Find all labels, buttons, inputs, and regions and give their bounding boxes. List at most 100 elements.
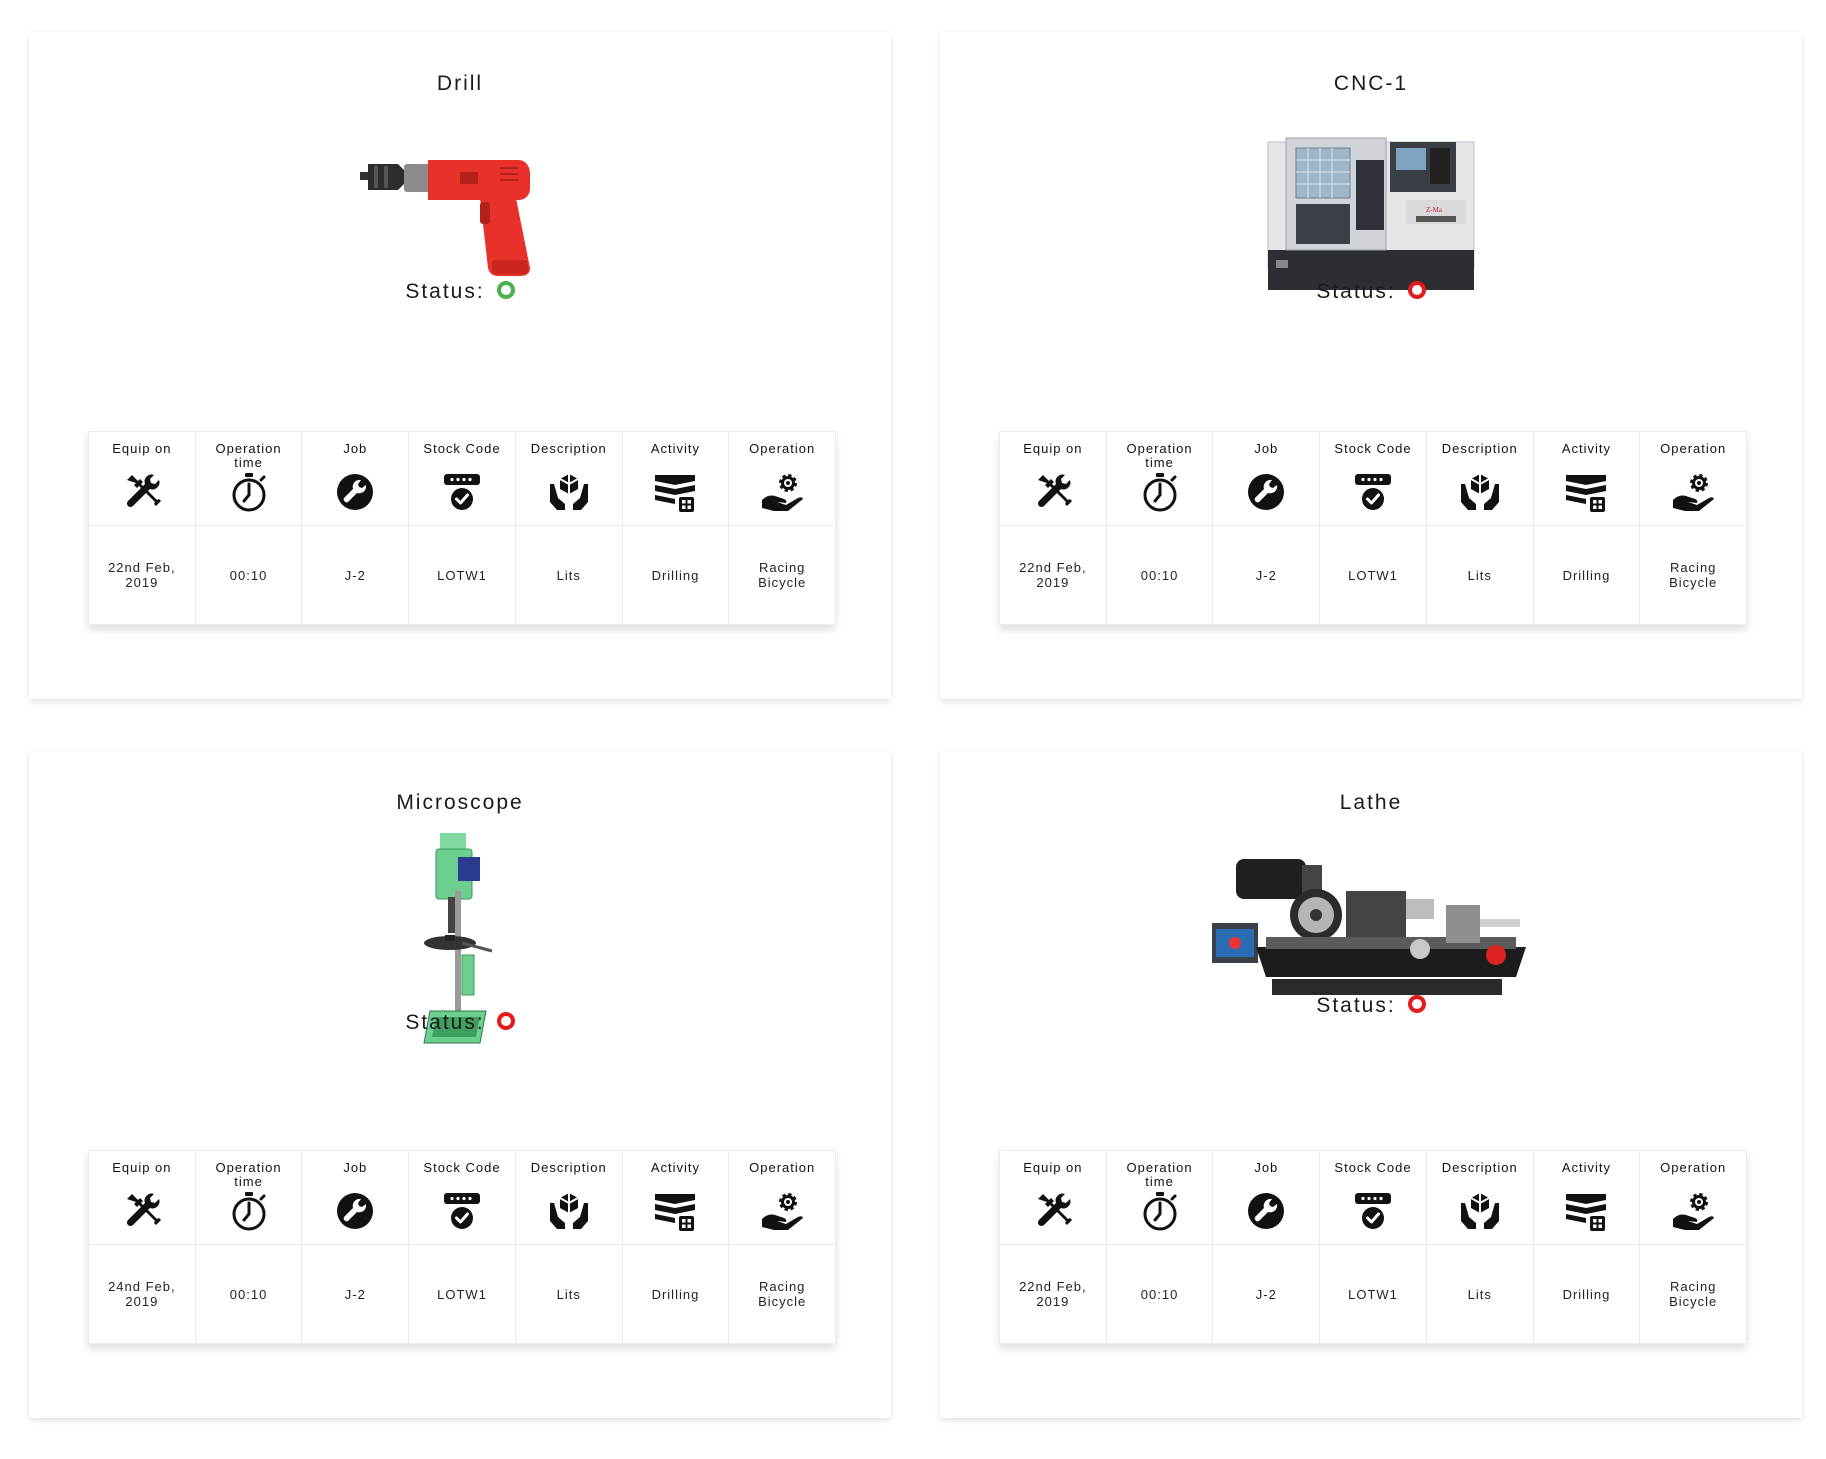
status-indicator-online-icon	[496, 281, 515, 300]
machine-card-microscope: Microscope Status: Equip on 24nd Feb, 20…	[29, 751, 891, 1418]
stock-check-icon	[440, 1189, 484, 1233]
status-indicator-offline-icon	[1407, 995, 1426, 1014]
cell-operation-time: 00:10	[1140, 567, 1179, 583]
cell-job: J-2	[344, 567, 366, 583]
header-operation: Operation	[1660, 1160, 1727, 1175]
cell-description: Lits	[1467, 567, 1492, 583]
cell-operation-time: 00:10	[1140, 1286, 1179, 1302]
hand-gear-icon	[1671, 1189, 1715, 1233]
cell-operation-time: 00:10	[229, 1286, 268, 1302]
cell-equip-on: 24nd Feb, 2019	[108, 1279, 176, 1309]
column-stock-code: Stock Code LOTW1	[1320, 432, 1427, 624]
column-description: Description Lits	[515, 1151, 623, 1343]
column-operation-time: Operation time 00:10	[1106, 1151, 1214, 1343]
wrench-circle-icon	[333, 470, 377, 514]
cell-stock-code: LOTW1	[1348, 1286, 1398, 1302]
cell-equip-on: 22nd Feb, 2019	[1019, 560, 1087, 590]
card-title: Microscope	[396, 791, 524, 814]
header-stock-code: Stock Code	[1334, 1160, 1412, 1175]
cell-equip-on: 22nd Feb, 2019	[1019, 1279, 1087, 1309]
column-operation: Operation Racing Bicycle	[729, 1151, 836, 1343]
tools-icon	[120, 1189, 164, 1233]
cell-operation: Racing Bicycle	[1669, 560, 1718, 590]
cell-stock-code: LOTW1	[1348, 567, 1398, 583]
card-title: Drill	[436, 72, 484, 95]
header-stock-code: Stock Code	[1334, 441, 1412, 456]
cell-activity: Drilling	[651, 567, 700, 583]
header-description: Description	[530, 1160, 607, 1175]
column-equip-on: Equip on 22nd Feb, 2019	[89, 432, 196, 624]
header-description: Description	[1441, 1160, 1518, 1175]
column-operation-time: Operation time 00:10	[195, 432, 303, 624]
header-stock-code: Stock Code	[423, 1160, 501, 1175]
activity-board-icon	[1564, 1189, 1608, 1233]
header-activity: Activity	[1561, 1160, 1612, 1175]
column-description: Description Lits	[515, 432, 623, 624]
header-operation-time: Operation time	[1126, 441, 1193, 470]
cell-operation: Racing Bicycle	[758, 1279, 807, 1309]
card-title: CNC-1	[1333, 72, 1409, 95]
wrench-circle-icon	[333, 1189, 377, 1233]
header-job: Job	[1254, 1160, 1279, 1175]
column-job: Job J-2	[302, 1151, 410, 1343]
cell-description: Lits	[556, 1286, 581, 1302]
column-operation-time: Operation time 00:10	[195, 1151, 303, 1343]
cell-job: J-2	[1255, 1286, 1277, 1302]
header-stock-code: Stock Code	[423, 441, 501, 456]
status-label: Status:	[405, 280, 485, 303]
status-indicator-offline-icon	[496, 1012, 515, 1031]
cell-operation-time: 00:10	[229, 567, 268, 583]
status-indicator-offline-icon	[1407, 281, 1426, 300]
hand-gear-icon	[760, 1189, 804, 1233]
status-line: Status:	[940, 994, 1802, 1018]
svg-text:Z-Ma: Z-Ma	[1426, 206, 1443, 214]
column-activity: Activity Drilling	[1533, 1151, 1641, 1343]
cnc-machine-image: Z-Ma	[1267, 137, 1475, 290]
cell-job: J-2	[1255, 567, 1277, 583]
column-operation: Operation Racing Bicycle	[1640, 432, 1747, 624]
tools-icon	[1031, 470, 1075, 514]
tools-icon	[1031, 1189, 1075, 1233]
cell-equip-on: 22nd Feb, 2019	[108, 560, 176, 590]
status-line: Status:	[29, 280, 891, 304]
column-stock-code: Stock Code LOTW1	[409, 432, 516, 624]
column-equip-on: Equip on 22nd Feb, 2019	[1000, 432, 1107, 624]
activity-board-icon	[653, 470, 697, 514]
header-operation-time: Operation time	[215, 1160, 282, 1189]
column-activity: Activity Drilling	[1533, 432, 1641, 624]
stopwatch-icon	[227, 470, 271, 514]
drill-image	[360, 160, 530, 276]
header-operation: Operation	[1660, 441, 1727, 456]
header-equip-on: Equip on	[1023, 441, 1083, 456]
header-operation-time: Operation time	[215, 441, 282, 470]
header-operation-time: Operation time	[1126, 1160, 1193, 1189]
hands-box-icon	[1458, 1189, 1502, 1233]
machine-card-cnc-1: CNC-1 Z-Ma Status: Equip on 22nd Feb, 20…	[940, 32, 1802, 699]
header-job: Job	[343, 1160, 368, 1175]
header-equip-on: Equip on	[1023, 1160, 1083, 1175]
hands-box-icon	[547, 1189, 591, 1233]
hand-gear-icon	[760, 470, 804, 514]
column-activity: Activity Drilling	[622, 432, 730, 624]
column-operation: Operation Racing Bicycle	[729, 432, 836, 624]
cell-activity: Drilling	[1562, 567, 1611, 583]
cell-operation: Racing Bicycle	[1669, 1279, 1718, 1309]
column-description: Description Lits	[1426, 432, 1534, 624]
stock-check-icon	[1351, 1189, 1395, 1233]
header-activity: Activity	[1561, 441, 1612, 456]
stock-check-icon	[1351, 470, 1395, 514]
equipment-table: Equip on 22nd Feb, 2019 Operation time 0…	[999, 431, 1747, 625]
column-operation-time: Operation time 00:10	[1106, 432, 1214, 624]
status-line: Status:	[29, 1011, 891, 1035]
cell-activity: Drilling	[651, 1286, 700, 1302]
cell-stock-code: LOTW1	[437, 1286, 487, 1302]
cell-description: Lits	[1467, 1286, 1492, 1302]
machine-card-drill: Drill Status: Equip on 22nd Feb, 2019 Op…	[29, 32, 891, 699]
hand-gear-icon	[1671, 470, 1715, 514]
activity-board-icon	[1564, 470, 1608, 514]
cell-operation: Racing Bicycle	[758, 560, 807, 590]
cell-description: Lits	[556, 567, 581, 583]
column-activity: Activity Drilling	[622, 1151, 730, 1343]
cell-activity: Drilling	[1562, 1286, 1611, 1302]
tools-icon	[120, 470, 164, 514]
